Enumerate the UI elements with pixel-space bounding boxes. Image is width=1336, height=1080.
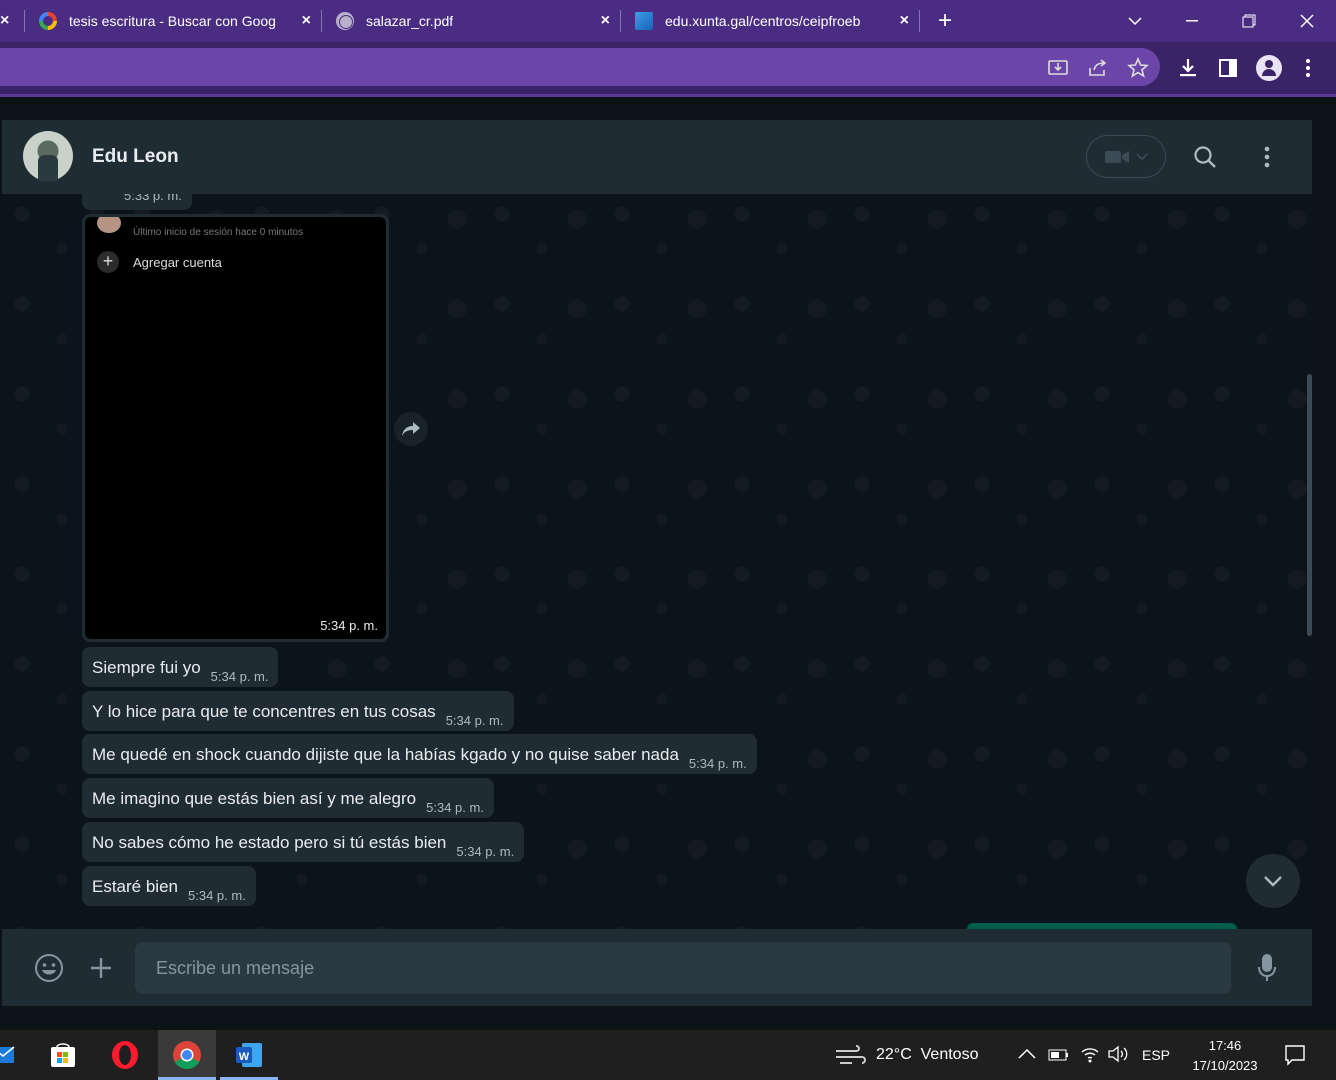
message-time: 5:34 p. m. [456,844,515,859]
minimize-button[interactable] [1163,0,1221,42]
chrome-icon[interactable] [158,1030,216,1080]
tab-xunta[interactable]: edu.xunta.gal/centros/ceipfroeb × [621,0,919,42]
google-icon [39,12,57,30]
install-app-icon[interactable] [1046,56,1070,80]
plus-icon: + [97,251,119,273]
notifications-icon[interactable] [1284,1044,1306,1071]
windows-taskbar: W 22°C Ventoso ESP 17:46 17/10/2023 [0,1030,1336,1080]
opera-icon[interactable] [96,1030,154,1080]
battery-icon[interactable] [1048,1048,1070,1067]
message-time: 5:33 p. m. [82,194,192,210]
side-panel-icon[interactable] [1216,56,1240,80]
message-input[interactable]: Escribe un mensaje [135,942,1231,994]
message-text: No sabes cómo he estado pero si tú estás… [92,833,447,852]
image-message[interactable]: Último inicio de sesión hace 0 minutos +… [82,214,389,642]
chevron-down-icon [1136,152,1148,160]
incoming-message[interactable]: No sabes cómo he estado pero si tú estás… [82,822,525,862]
search-icon[interactable] [1192,144,1218,170]
avatar [1256,55,1282,81]
message-time: 5:34 p. m. [188,888,246,903]
forward-icon[interactable] [394,412,428,446]
message-text: Me quedé en shock cuando dijiste que la … [92,745,679,764]
close-window-button[interactable] [1278,0,1336,42]
browser-tab-bar: × tesis escritura - Buscar con Goog × sa… [0,0,1336,42]
new-tab-button[interactable]: + [920,0,970,42]
scroll-to-bottom-button[interactable] [1246,854,1300,908]
page-accent-line [0,94,1336,97]
globe-icon [336,12,354,30]
message-text: Me imagino que estás bien así y me alegr… [92,789,417,808]
message-time: 5:34 p. m. [210,669,269,684]
tab-title: tesis escritura - Buscar con Goog [69,13,276,29]
input-language[interactable]: ESP [1142,1047,1170,1063]
svg-text:W: W [239,1051,250,1063]
xunta-icon [635,12,653,30]
profile-icon[interactable] [1255,54,1283,82]
downloads-icon[interactable] [1176,56,1200,80]
message-time: 5:34 p. m. [688,756,747,771]
tab-title: edu.xunta.gal/centros/ceipfroeb [665,13,861,29]
microphone-icon[interactable] [1252,953,1282,983]
clock-date: 17/10/2023 [1192,1058,1258,1073]
scrollbar[interactable] [1307,374,1312,636]
weather-wind-icon[interactable] [834,1043,868,1072]
microsoft-store-icon[interactable] [34,1030,92,1080]
message-list[interactable]: 5:33 p. m. Último inicio de sesión hace … [2,194,1312,929]
browser-menu-icon[interactable] [1296,56,1320,80]
close-tab-icon[interactable]: × [900,12,909,30]
chat-menu-icon[interactable] [1254,144,1280,170]
tab-search-chevron-icon[interactable] [1106,0,1164,42]
video-call-button[interactable] [1086,135,1166,178]
word-icon[interactable]: W [220,1030,278,1080]
tab-partial[interactable]: × [0,0,24,42]
chat-panel: Edu Leon 5:33 p. m. Último inicio de ses… [2,120,1312,1006]
tab-google-search[interactable]: tesis escritura - Buscar con Goog × [25,0,321,42]
message-time: 5:34 p. m. [426,800,484,815]
wifi-icon[interactable] [1080,1044,1100,1069]
tab-title: salazar_cr.pdf [366,13,454,29]
chevron-down-icon [1264,876,1282,887]
screenshot-image[interactable]: Último inicio de sesión hace 0 minutos +… [85,217,386,639]
incoming-message[interactable]: Me quedé en shock cuando dijiste que la … [82,734,757,774]
mail-icon[interactable] [0,1030,20,1080]
incoming-message[interactable]: Siempre fui yo 5:34 p. m. [82,647,279,687]
message-text: Siempre fui yo [92,658,201,677]
chat-header[interactable]: Edu Leon [2,120,1312,194]
contact-avatar[interactable] [23,131,73,181]
close-icon[interactable]: × [0,12,9,30]
clock-time: 17:46 [1208,1038,1242,1053]
attach-plus-icon[interactable] [86,953,116,983]
show-hidden-icons-icon[interactable] [1018,1046,1036,1064]
restore-button[interactable] [1220,0,1278,42]
bookmark-star-icon[interactable] [1126,56,1150,80]
image-add-account-text: Agregar cuenta [133,255,222,270]
image-caption-text: Último inicio de sesión hace 0 minutos [133,227,304,238]
compose-bar: Escribe un mensaje [2,929,1312,1006]
weather-text[interactable]: 22°C Ventoso [876,1046,978,1064]
address-bar[interactable] [0,48,1160,86]
volume-icon[interactable] [1107,1044,1129,1069]
message-text: Y lo hice para que te concentres en tus … [92,702,436,721]
emoji-icon[interactable] [34,953,64,983]
incoming-message[interactable]: Estaré bien 5:34 p. m. [82,866,256,906]
share-icon[interactable] [1086,56,1110,80]
incoming-message[interactable]: Me imagino que estás bien así y me alegr… [82,778,494,818]
video-camera-icon [1105,150,1129,163]
message-time: 5:34 p. m. [320,618,378,633]
tab-pdf[interactable]: salazar_cr.pdf × [322,0,620,42]
browser-toolbar [0,42,1336,94]
close-tab-icon[interactable]: × [601,12,610,30]
avatar [97,217,121,233]
incoming-message[interactable]: Y lo hice para que te concentres en tus … [82,691,514,731]
clock[interactable]: 17:46 17/10/2023 [1180,1036,1270,1076]
contact-name[interactable]: Edu Leon [92,146,179,168]
message-text: Estaré bien [92,877,178,896]
message-time: 5:34 p. m. [445,713,504,728]
close-tab-icon[interactable]: × [302,12,311,30]
